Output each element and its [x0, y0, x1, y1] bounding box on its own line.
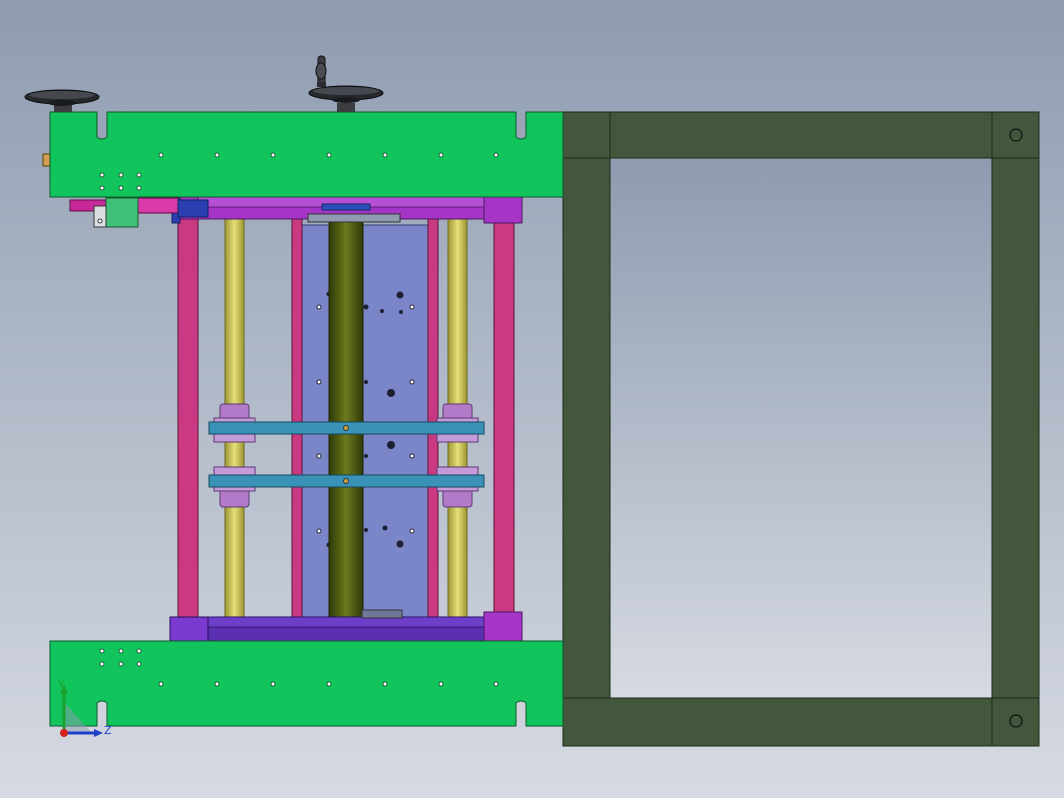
inner-post-left[interactable]	[291, 211, 303, 623]
top-clamp	[321, 203, 371, 211]
center-panel[interactable]	[299, 224, 431, 618]
post-right[interactable]	[493, 195, 515, 643]
frame-opening	[609, 157, 993, 699]
post-left[interactable]	[177, 195, 199, 643]
bottom-beam-end-right	[483, 611, 523, 642]
bottom-beam-end-left	[169, 616, 209, 642]
side-tab	[42, 153, 51, 167]
bracket-block[interactable]	[105, 197, 139, 228]
crossbar-pin-upper	[343, 425, 349, 431]
bottom-mount	[361, 609, 403, 619]
steel-frame[interactable]	[562, 111, 1040, 747]
cad-viewport[interactable]: Y Z	[0, 0, 1064, 798]
axis-y-label: Y	[57, 678, 65, 691]
blue-fitting	[177, 199, 209, 218]
bracket-plate	[93, 205, 107, 228]
axis-z-label: Z	[104, 724, 112, 737]
top-beam-end-right	[483, 196, 523, 224]
bottom-beam-stripe	[197, 616, 495, 628]
bracket-hole	[97, 218, 103, 224]
crank-handle[interactable]	[315, 55, 327, 87]
crossbar-pin-lower	[343, 478, 349, 484]
inner-post-right[interactable]	[427, 211, 439, 623]
top-plate[interactable]	[49, 111, 564, 198]
bottom-plate[interactable]	[49, 640, 564, 727]
top-beam-mount	[307, 213, 401, 223]
central-shaft[interactable]	[328, 219, 364, 621]
cylinder-body[interactable]	[137, 197, 179, 214]
